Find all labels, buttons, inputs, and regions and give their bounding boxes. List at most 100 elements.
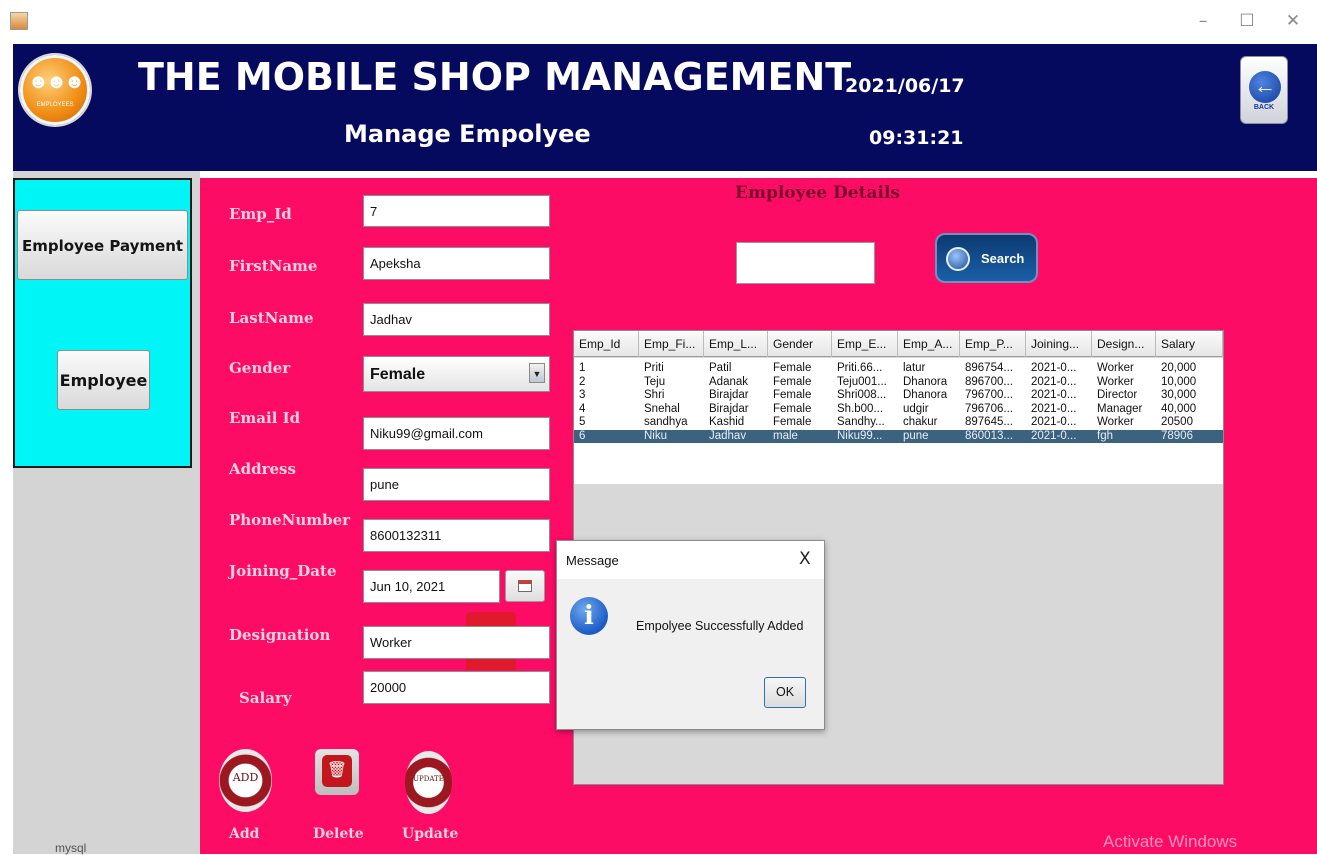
address-label: Address <box>229 460 296 478</box>
phone-label: PhoneNumber <box>229 511 351 529</box>
dialog-close-icon[interactable]: X <box>799 549 811 569</box>
add-label: Add <box>229 826 260 842</box>
table-cell: Female <box>773 389 812 401</box>
table-header: Emp_Id Emp_Fi... Emp_L... Gender Emp_E... Emp… <box>574 331 1223 357</box>
table-cell: 3 <box>579 389 586 401</box>
table-cell: 860013... <box>965 429 1013 442</box>
firstname-input[interactable]: Apeksha <box>363 247 550 280</box>
message-dialog: Message X i Empolyee Successfully Added … <box>556 540 825 730</box>
table-cell: 2 <box>579 375 586 388</box>
ok-button[interactable]: OK <box>764 677 806 708</box>
table-cell: Female <box>773 362 812 374</box>
search-icon <box>946 247 970 271</box>
column-header[interactable]: Emp_E... <box>832 331 898 357</box>
emp-id-input[interactable]: 7 <box>363 195 550 227</box>
column-header[interactable]: Salary <box>1156 331 1223 357</box>
table-row[interactable]: 3 Shri Birajdar Female Shri008... Dhanora 7967… <box>574 389 1223 402</box>
calendar-icon <box>518 580 532 592</box>
column-header[interactable]: Joining... <box>1026 331 1092 357</box>
column-header[interactable]: Gender <box>768 331 832 357</box>
table-cell: 40,000 <box>1161 402 1197 415</box>
table-cell: Dhanora <box>903 375 948 388</box>
gender-label: Gender <box>229 359 291 377</box>
table-cell: sandhya <box>644 416 688 428</box>
table-cell: Worker <box>1097 416 1134 428</box>
email-input[interactable]: Niku99@gmail.com <box>363 417 550 450</box>
column-header[interactable]: Emp_P... <box>960 331 1026 357</box>
search-input[interactable] <box>736 242 875 284</box>
current-date: 2021/06/17 <box>845 75 965 97</box>
table-row[interactable]: 6 Niku Jadhav male Niku99... pune 860013... 202… <box>574 429 1223 443</box>
table-body: 1 Priti Patil Female Priti.66... latur 896754.… <box>574 358 1223 484</box>
table-row[interactable]: 5 sandhya Kashid Female Sandhy... chakur 89764… <box>574 416 1223 429</box>
table-row[interactable]: 4 Snehal Birajdar Female Sh.b00... udgir 79670… <box>574 403 1223 416</box>
employees-logo-icon: ☻☻☻ EMPLOYEES <box>20 55 90 125</box>
back-caption: BACK <box>1253 104 1275 111</box>
dropdown-arrow-icon[interactable]: ▼ <box>529 363 545 383</box>
table-cell: Niku99... <box>837 429 883 442</box>
table-cell: male <box>773 429 798 442</box>
table-cell: 2021-0... <box>1031 362 1077 374</box>
column-header[interactable]: Emp_L... <box>704 331 768 357</box>
info-icon: i <box>570 597 608 635</box>
emp-id-label: Emp_Id <box>229 205 292 223</box>
table-cell: pune <box>903 429 929 442</box>
window-titlebar <box>0 0 1317 44</box>
table-row[interactable]: 2 Teju Adanak Female Teju001... Dhanora 896700… <box>574 376 1223 389</box>
maximize-button[interactable]: ☐ <box>1232 8 1262 34</box>
table-cell: 6 <box>579 429 586 442</box>
table-cell: fgh <box>1097 429 1113 442</box>
taskbar-mysql-label: mysql <box>55 841 87 855</box>
table-cell: 78906 <box>1161 429 1193 442</box>
employee-details-title: Employee Details <box>735 183 900 203</box>
table-cell: 796700... <box>965 389 1013 401</box>
joining-date-label: Joining_Date <box>229 562 337 580</box>
column-header[interactable]: Design... <box>1092 331 1156 357</box>
table-cell: Snehal <box>644 402 680 415</box>
search-button[interactable]: Search <box>935 233 1038 283</box>
table-cell: 10,000 <box>1161 375 1197 388</box>
lastname-input[interactable]: Jadhav <box>363 303 550 336</box>
minimize-button[interactable]: – <box>1188 8 1218 34</box>
table-cell: Teju001... <box>837 375 887 388</box>
table-cell: Adanak <box>709 375 749 388</box>
joining-date-input[interactable]: Jun 10, 2021 <box>363 570 500 603</box>
table-cell: 1 <box>579 362 586 374</box>
logo-caption: EMPLOYEES <box>36 102 74 108</box>
date-picker-button[interactable] <box>505 570 545 602</box>
delete-button[interactable]: 🗑 <box>315 749 359 795</box>
java-app-icon <box>10 12 28 30</box>
designation-input[interactable]: Worker <box>363 626 550 659</box>
back-button[interactable]: ← BACK <box>1240 56 1288 124</box>
table-cell: 2021-0... <box>1031 375 1077 388</box>
column-header[interactable]: Emp_Fi... <box>639 331 704 357</box>
page-subtitle: Manage Empolyee <box>344 120 591 148</box>
add-button[interactable]: ADD <box>219 749 272 812</box>
trash-icon: 🗑 <box>322 755 352 787</box>
close-button[interactable]: ✕ <box>1278 8 1308 34</box>
table-cell: Shri <box>644 389 665 401</box>
gender-select[interactable]: Female ▼ <box>363 356 550 392</box>
table-row[interactable]: 1 Priti Patil Female Priti.66... latur 896754.… <box>574 362 1223 375</box>
phone-input[interactable]: 8600132311 <box>363 519 550 552</box>
column-header[interactable]: Emp_Id <box>574 331 639 357</box>
address-input[interactable]: pune <box>363 468 550 501</box>
update-icon: UPDATE <box>413 775 444 783</box>
table-cell: Birajdar <box>709 389 749 401</box>
gender-selected-value: Female <box>370 366 426 383</box>
app-title: THE MOBILE SHOP MANAGEMENT <box>138 55 852 99</box>
search-button-label: Search <box>981 251 1025 266</box>
table-cell: latur <box>903 362 926 374</box>
table-cell: Niku <box>644 429 668 442</box>
table-cell: 796706... <box>965 402 1013 415</box>
table-cell: 2021-0... <box>1031 389 1077 401</box>
current-time: 09:31:21 <box>869 127 964 149</box>
update-button[interactable]: UPDATE <box>405 751 452 814</box>
employee-payment-button[interactable]: Employee Payment <box>17 210 188 280</box>
employee-button[interactable]: Employee <box>57 350 150 410</box>
dialog-message: Empolyee Successfully Added <box>636 619 804 633</box>
salary-input[interactable]: 20000 <box>363 671 550 704</box>
column-header[interactable]: Emp_A... <box>898 331 960 357</box>
table-cell: 4 <box>579 402 586 415</box>
table-cell: 896754... <box>965 362 1013 374</box>
